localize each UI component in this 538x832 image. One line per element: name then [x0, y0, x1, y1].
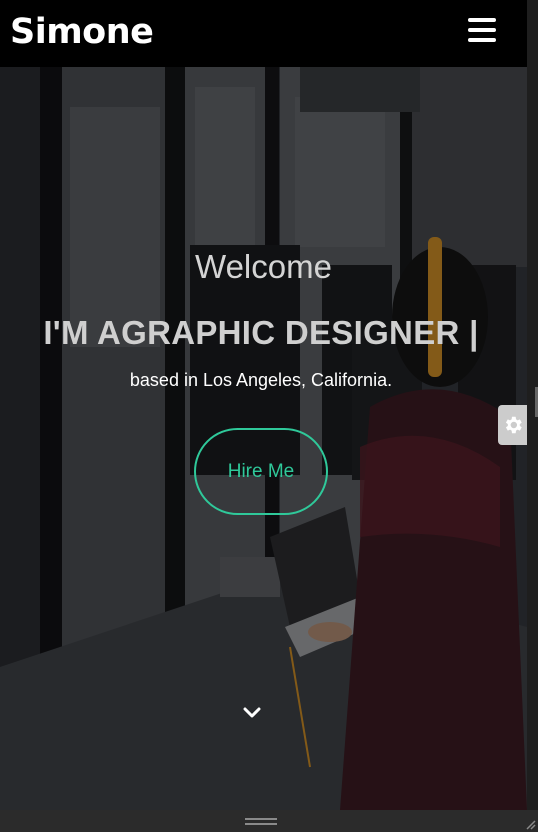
hero-headline: I'M AGRAPHIC DESIGNER |: [43, 314, 479, 351]
hero-subline: based in Los Angeles, California.: [129, 370, 393, 390]
hire-me-button[interactable]: Hire Me: [194, 428, 328, 515]
brand-logo[interactable]: Simone: [10, 12, 154, 52]
settings-toggle[interactable]: [498, 405, 527, 445]
hero-section: Welcome I'M AGRAPHIC DESIGNER | based in…: [0, 67, 527, 810]
resize-corner-icon[interactable]: [524, 818, 536, 830]
hamburger-menu-icon[interactable]: [467, 18, 497, 45]
hero-welcome: Welcome: [195, 248, 332, 285]
resize-grip-icon[interactable]: [245, 818, 277, 826]
chevron-down-icon[interactable]: [243, 707, 261, 719]
page-viewport: Simone Welcome I'M AGRAPHIC DESIGNER | b…: [0, 0, 527, 810]
navbar: Simone: [0, 0, 527, 67]
gear-icon: [505, 416, 522, 434]
